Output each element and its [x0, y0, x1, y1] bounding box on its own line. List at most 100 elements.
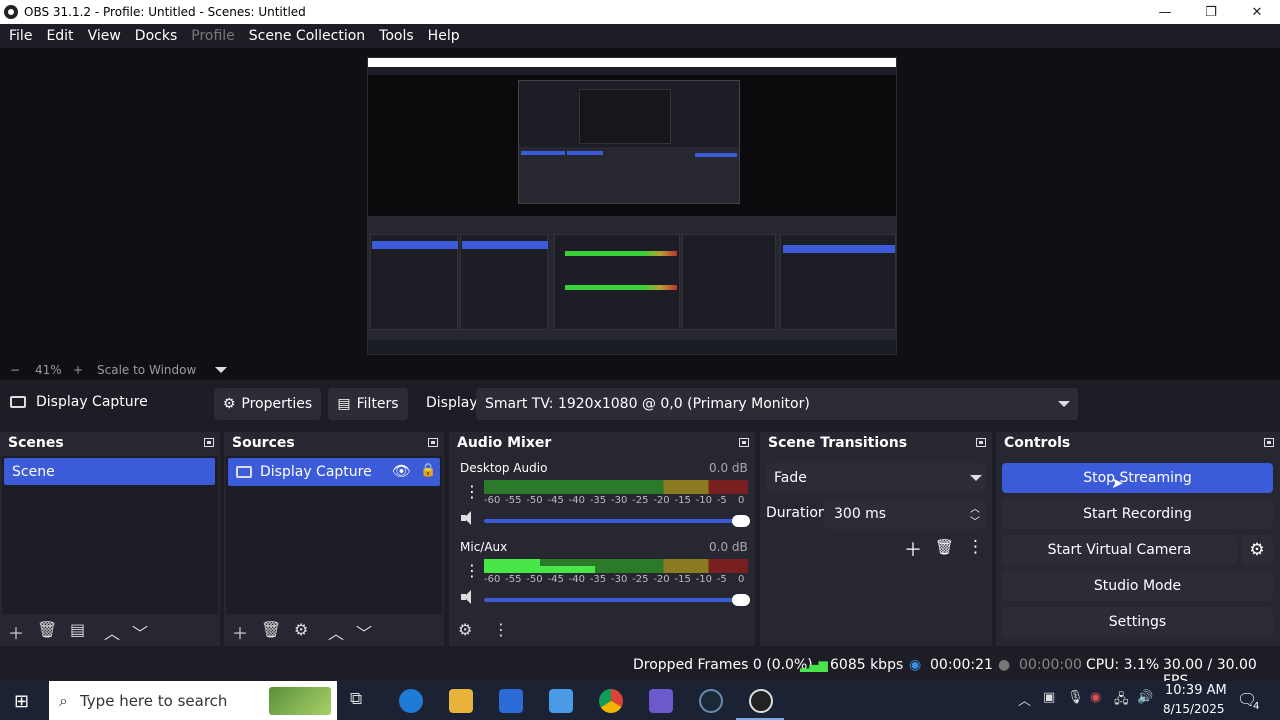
restore-button[interactable]: ❐ [1188, 0, 1234, 24]
stop-streaming-button[interactable]: Stop Streaming [1002, 463, 1273, 493]
menu-docks[interactable]: Docks [128, 28, 184, 44]
remove-scene-icon[interactable]: 🗑 [37, 620, 57, 639]
menu-file[interactable]: File [2, 28, 39, 44]
gear-icon: ⚙ [222, 396, 236, 412]
tray-app-icon[interactable]: ▣ [1043, 690, 1055, 705]
status-bar: Dropped Frames 0 (0.0%) ▂▄▆ 6085 kbps ◉ … [0, 650, 1280, 689]
volume-slider-handle[interactable] [732, 515, 750, 527]
volume-slider-mic-aux[interactable] [484, 594, 750, 606]
remove-source-icon[interactable]: 🗑 [261, 620, 281, 639]
preview-nested-window [518, 80, 740, 204]
volume-slider-handle[interactable] [732, 594, 750, 606]
mail-icon[interactable] [549, 689, 573, 713]
controls-header: Controls [996, 432, 1280, 454]
remove-transition-icon[interactable]: 🗑 [935, 538, 954, 556]
settings-button[interactable]: Settings [1002, 607, 1273, 637]
speaker-icon[interactable] [461, 511, 477, 525]
undock-icon[interactable] [739, 438, 749, 447]
channel-db-mic-aux: 0.0 dB [709, 540, 748, 554]
windows-start-icon[interactable]: ⊞ [14, 691, 29, 712]
advanced-audio-gear-icon[interactable]: ⚙ [458, 620, 472, 639]
scene-filters-icon[interactable]: ▤ [70, 620, 85, 639]
connection-strength-icon: ▂▄▆ [800, 658, 828, 672]
preview-nested-docks [519, 147, 739, 203]
scale-mode-caret-icon[interactable] [215, 367, 227, 373]
list-item-scene[interactable]: Scene [4, 458, 215, 485]
list-item-source[interactable]: Display Capture 👁 🔒 [228, 458, 440, 486]
source-name: Display Capture [260, 464, 372, 480]
source-properties-gear-icon[interactable]: ⚙ [294, 620, 308, 639]
start-recording-button[interactable]: Start Recording [1002, 499, 1273, 529]
menu-tools[interactable]: Tools [372, 28, 421, 44]
meter-tick-label: -50 [526, 495, 543, 506]
mixer-menu-dots-icon[interactable]: ⋮ [493, 620, 509, 639]
window-controls: — ❐ ✕ [1142, 0, 1280, 24]
menu-scene-collection[interactable]: Scene Collection [242, 28, 372, 44]
zoom-in-button[interactable]: + [73, 363, 83, 377]
display-select[interactable]: Smart TV: 1920x1080 @ 0,0 (Primary Monit… [476, 388, 1078, 420]
transition-menu-dots-icon[interactable]: ⋮ [967, 537, 984, 557]
channel-menu-dots-icon[interactable]: ⋮ [464, 561, 480, 580]
task-view-icon[interactable]: ⧉ [350, 689, 362, 709]
obs-logo-icon [4, 5, 18, 19]
move-up-icon[interactable]: ︿ [328, 620, 344, 644]
edge-icon[interactable] [399, 689, 423, 713]
duration-spinbox[interactable]: 300 ms ︿ ﹀ [824, 499, 986, 529]
add-transition-icon[interactable]: ＋ [904, 536, 922, 562]
spin-down-icon[interactable]: ﹀ [970, 513, 980, 528]
microphone-icon[interactable]: 🎙 [1067, 690, 1084, 705]
undock-icon[interactable] [204, 438, 214, 447]
add-source-icon[interactable]: ＋ [232, 620, 248, 644]
virtual-camera-settings-gear-icon[interactable]: ⚙ [1241, 535, 1273, 565]
volume-meter-desktop-audio [484, 480, 748, 494]
filters-button[interactable]: ▤ Filters [328, 388, 408, 420]
menu-profile[interactable]: Profile [184, 28, 242, 44]
scale-mode-select[interactable]: Scale to Window [97, 363, 196, 377]
obs-tray-icon[interactable]: ◉ [1090, 690, 1101, 705]
undock-icon[interactable] [1264, 438, 1274, 447]
sources-list: Display Capture 👁 🔒 [226, 456, 442, 614]
close-button[interactable]: ✕ [1234, 0, 1280, 24]
undock-icon[interactable] [976, 438, 986, 447]
zoom-row: − 41% + Scale to Window [0, 360, 1280, 380]
app-icon[interactable] [649, 689, 673, 713]
steam-icon[interactable] [699, 689, 723, 713]
taskbar-search[interactable]: ⌕ Type here to search [49, 681, 337, 720]
display-select-dropdown[interactable] [1050, 388, 1078, 420]
move-down-icon[interactable]: ﹀ [356, 620, 372, 644]
preview-nested-controls [780, 234, 896, 330]
volume-icon[interactable]: 🔊 [1137, 690, 1153, 705]
move-down-icon[interactable]: ﹀ [132, 620, 148, 644]
channel-menu-dots-icon[interactable]: ⋮ [464, 482, 480, 501]
chrome-icon[interactable] [599, 689, 623, 713]
channel-db-desktop-audio: 0.0 dB [709, 461, 748, 475]
store-icon[interactable] [499, 689, 523, 713]
file-explorer-icon[interactable] [449, 689, 473, 713]
obs-taskbar-icon[interactable] [749, 689, 773, 713]
undock-icon[interactable] [428, 438, 438, 447]
menu-help[interactable]: Help [421, 28, 467, 44]
lock-icon[interactable]: 🔒 [420, 463, 436, 478]
clock-time[interactable]: 10:39 AM [1165, 683, 1227, 698]
tray-overflow-chevron-icon[interactable]: ︿ [1018, 690, 1031, 709]
minimize-button[interactable]: — [1142, 0, 1188, 24]
meter-tick-label: -60 [484, 495, 501, 506]
scene-name: Scene [12, 463, 55, 480]
meter-level-bottom [484, 566, 595, 573]
move-up-icon[interactable]: ︿ [104, 620, 120, 644]
eye-icon[interactable]: 👁 [392, 462, 411, 480]
network-icon[interactable]: 🖧 [1114, 690, 1129, 712]
speaker-icon[interactable] [461, 590, 477, 604]
zoom-out-button[interactable]: − [10, 363, 20, 377]
properties-button[interactable]: ⚙ Properties [214, 388, 321, 420]
meter-tick-label: -10 [695, 495, 712, 506]
studio-mode-button[interactable]: Studio Mode [1002, 571, 1273, 601]
preview-canvas[interactable] [367, 57, 897, 355]
menu-view[interactable]: View [81, 28, 128, 44]
transition-select[interactable]: Fade [766, 463, 986, 493]
menu-edit[interactable]: Edit [39, 28, 80, 44]
start-virtual-camera-button[interactable]: Start Virtual Camera [1002, 535, 1237, 565]
add-scene-icon[interactable]: ＋ [8, 620, 24, 644]
clock-date[interactable]: 8/15/2025 [1163, 702, 1225, 716]
volume-slider-desktop-audio[interactable] [484, 515, 750, 527]
